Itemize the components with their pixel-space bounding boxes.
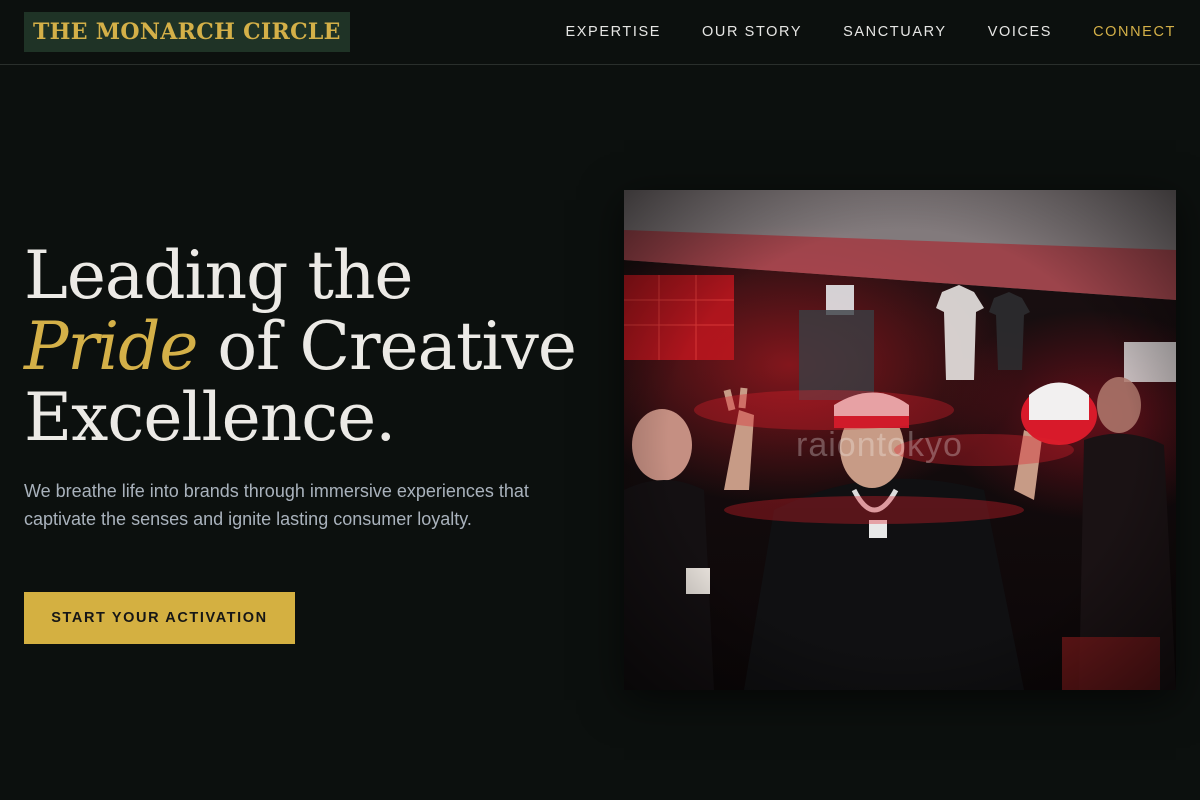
nav-item-our-story[interactable]: OUR STORY [702, 24, 802, 40]
nav-item-connect[interactable]: CONNECT [1093, 24, 1176, 40]
site-header: THE MONARCH CIRCLE EXPERTISE OUR STORY S… [0, 0, 1200, 65]
headline-line-2: Pride of Creative [24, 311, 604, 382]
main-nav: EXPERTISE OUR STORY SANCTUARY VOICES CON… [566, 0, 1177, 64]
headline-line-2-rest: of Creative [197, 308, 577, 385]
brand-logo[interactable]: THE MONARCH CIRCLE [24, 12, 350, 52]
headline-accent-word: Pride [24, 308, 198, 385]
headline-line-3: Excellence. [24, 379, 396, 456]
hero-event-photo: raiontokyo [624, 190, 1176, 690]
hero-subtext: We breathe life into brands through imme… [24, 481, 529, 529]
hero-headline: Leading the Pride of Creative Excellence… [24, 240, 604, 453]
nav-item-sanctuary[interactable]: SANCTUARY [843, 24, 947, 40]
photo-watermark: raiontokyo [796, 426, 963, 464]
headline-line-1: Leading the [24, 237, 413, 314]
nav-item-voices[interactable]: VOICES [988, 24, 1052, 40]
nav-item-expertise[interactable]: EXPERTISE [566, 24, 662, 40]
start-activation-button[interactable]: START YOUR ACTIVATION [24, 592, 295, 644]
